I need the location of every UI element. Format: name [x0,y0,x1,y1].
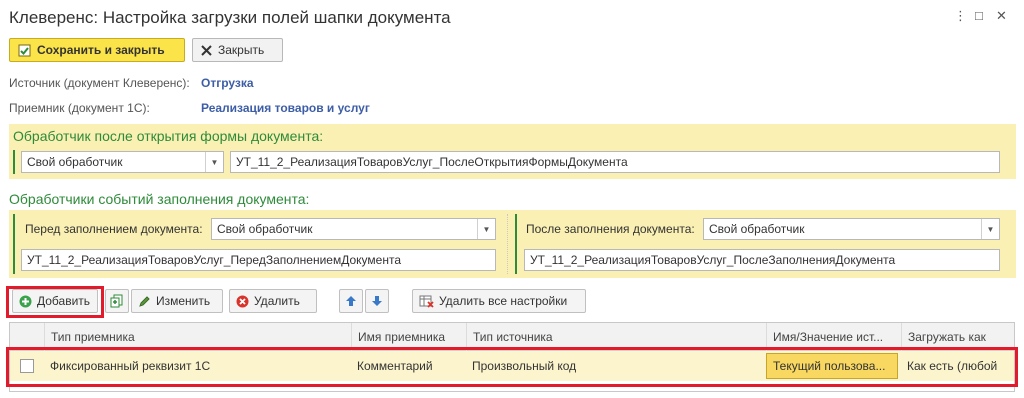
add-label: Добавить [37,294,91,308]
before-fill-type-value: Свой обработчик [217,222,313,236]
receiver-value[interactable]: Реализация товаров и услуг [201,101,370,115]
maximize-icon[interactable]: □ [975,8,983,23]
move-up-button[interactable] [339,289,363,313]
before-fill-type-select[interactable]: Свой обработчик ▼ [211,218,496,240]
column-header-source-type[interactable]: Тип источника [466,323,766,351]
after-fill-handler-name-value: УТ_11_2_РеализацияТоваровУслуг_ПослеЗапо… [530,253,896,267]
after-fill-label: После заполнения документа: [526,222,695,236]
before-fill-label: Перед заполнением документа: [25,222,203,236]
delete-all-label: Удалить все настройки [439,294,568,308]
edit-button[interactable]: Изменить [131,289,223,313]
after-open-group-line [13,150,15,174]
plus-circle-icon [19,295,32,308]
close-label: Закрыть [218,43,265,57]
delete-label: Удалить [254,294,300,308]
table-delete-icon [419,295,434,308]
column-header-load-as[interactable]: Загружать как [901,323,1014,351]
source-value[interactable]: Отгрузка [201,76,254,90]
edit-label: Изменить [156,294,211,308]
row-checkbox[interactable] [20,359,34,373]
pencil-icon [138,295,151,308]
chevron-down-icon[interactable]: ▼ [981,219,999,239]
arrow-down-icon [371,295,383,307]
after-group-line [515,214,517,274]
delete-all-settings-button[interactable]: Удалить все настройки [412,289,586,313]
move-down-button[interactable] [365,289,389,313]
chevron-down-icon[interactable]: ▼ [205,152,223,172]
after-fill-type-select[interactable]: Свой обработчик ▼ [703,218,1000,240]
fill-events-title: Обработчики событий заполнения документа… [9,191,310,207]
cell-source-type[interactable]: Произвольный код [466,351,766,381]
receiver-label: Приемник (документ 1С): [9,101,150,115]
column-header-receiver-type[interactable]: Тип приемника [44,323,351,351]
copy-button[interactable] [105,289,129,313]
cell-receiver-name[interactable]: Комментарий [351,351,466,381]
add-button[interactable]: Добавить [12,289,98,313]
save-and-close-label: Сохранить и закрыть [37,43,165,57]
column-header-source-value[interactable]: Имя/Значение ист... [766,323,901,351]
after-open-handler-type-value: Свой обработчик [27,155,123,169]
arrow-up-icon [345,295,357,307]
save-and-close-button[interactable]: Сохранить и закрыть [9,38,185,62]
before-fill-handler-name-field[interactable]: УТ_11_2_РеализацияТоваровУслуг_ПередЗапо… [21,249,496,271]
cell-receiver-type[interactable]: Фиксированный реквизит 1С [44,351,351,381]
table-header: Тип приемника Имя приемника Тип источник… [10,323,1014,351]
after-open-handler-name-value: УТ_11_2_РеализацияТоваровУслуг_ПослеОткр… [236,155,628,169]
close-icon[interactable]: ✕ [996,8,1007,24]
before-fill-handler-name-value: УТ_11_2_РеализацияТоваровУслуг_ПередЗапо… [27,253,402,267]
chevron-down-icon[interactable]: ▼ [477,219,495,239]
table-row[interactable]: Фиксированный реквизит 1С Комментарий Пр… [10,351,1014,381]
after-fill-handler-name-field[interactable]: УТ_11_2_РеализацияТоваровУслуг_ПослеЗапо… [524,249,1000,271]
after-open-title: Обработчик после открытия формы документ… [13,128,324,144]
save-icon [18,44,31,57]
settings-table: Тип приемника Имя приемника Тип источник… [9,322,1015,392]
close-button[interactable]: Закрыть [192,38,283,62]
after-open-handler-name-field[interactable]: УТ_11_2_РеализацияТоваровУслуг_ПослеОткр… [230,151,1000,173]
x-icon [201,44,212,56]
cell-source-value[interactable]: Текущий пользова... [766,353,898,379]
before-group-line [13,214,15,274]
column-header-receiver-name[interactable]: Имя приемника [351,323,466,351]
copy-icon [110,294,124,308]
after-open-handler-type-select[interactable]: Свой обработчик ▼ [21,151,224,173]
delete-icon [236,295,249,308]
cell-load-as[interactable]: Как есть (любой [901,351,1014,381]
delete-button[interactable]: Удалить [229,289,317,313]
after-fill-type-value: Свой обработчик [709,222,805,236]
window-title: Клеверенс: Настройка загрузки полей шапк… [9,8,451,27]
source-label: Источник (документ Клеверенс): [9,76,190,90]
group-separator [507,214,508,274]
more-icon[interactable]: ⋮ [954,8,967,24]
